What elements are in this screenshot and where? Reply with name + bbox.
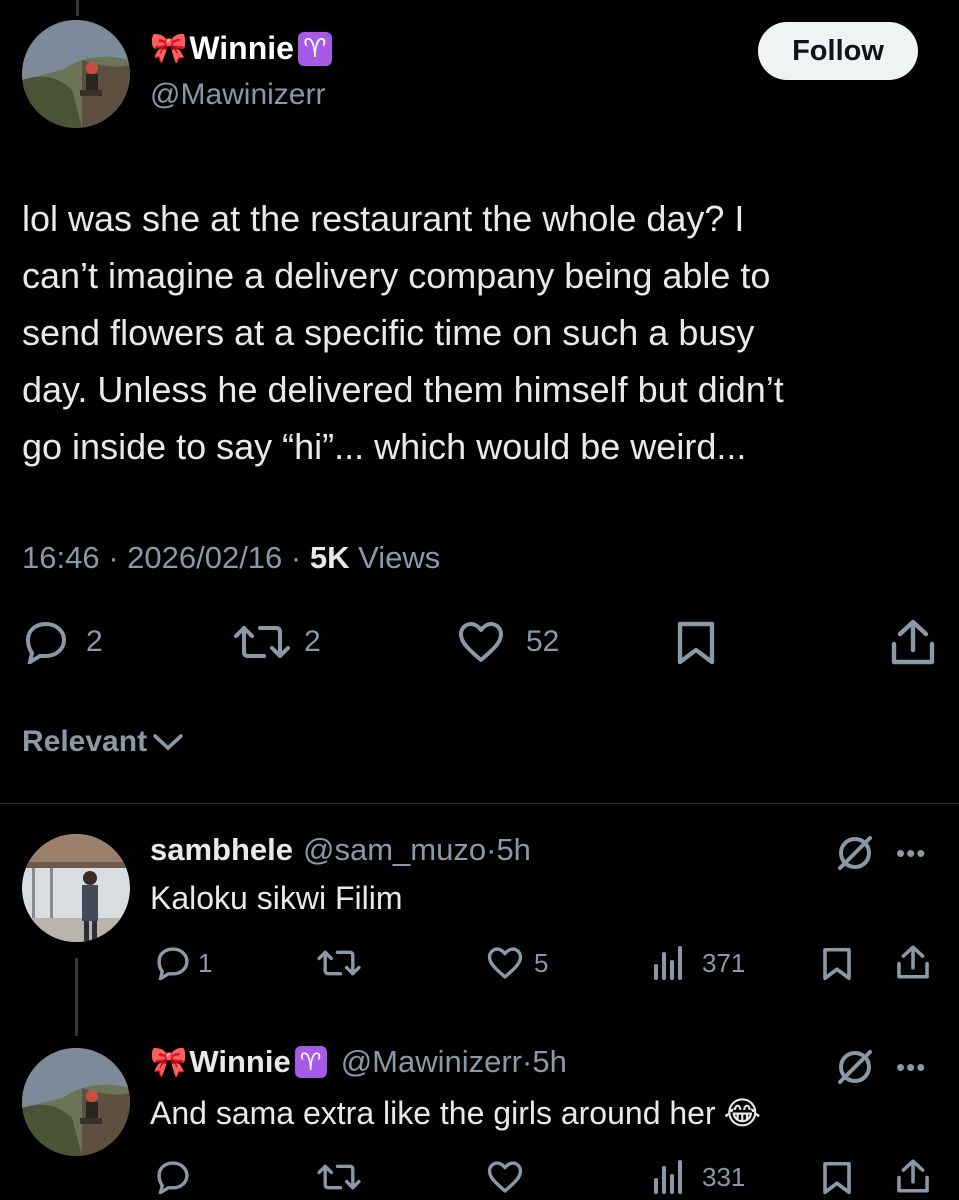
reply-avatar[interactable]	[22, 834, 130, 942]
views-action[interactable]: 331	[652, 1160, 745, 1194]
reply-icon	[157, 947, 189, 980]
like-action[interactable]	[486, 1160, 524, 1194]
reply-header: 🎀 Winnie ♈ @Mawinizerr · 5h	[150, 1044, 567, 1080]
author-avatar[interactable]	[22, 20, 130, 128]
like-count: 52	[526, 625, 560, 658]
reply-action[interactable]: 2	[22, 620, 103, 664]
retweet-icon	[317, 1164, 361, 1190]
grok-icon	[838, 836, 872, 870]
bookmark-icon	[823, 1161, 851, 1195]
sort-label: Relevant	[22, 725, 148, 758]
heart-icon	[459, 622, 503, 662]
retweet-icon	[234, 626, 290, 658]
more-options-button[interactable]: •••	[896, 838, 926, 869]
like-count: 5	[534, 947, 549, 978]
bookmark-icon	[677, 621, 715, 665]
more-icon: •••	[896, 838, 927, 868]
views-label: Views	[358, 540, 441, 575]
views-count: 331	[702, 1161, 746, 1192]
reply-text: Kaloku sikwi Filim	[150, 880, 403, 916]
tweet-meta: 16:46 · 2026/02/16 · 5K Views	[22, 540, 441, 575]
chevron-down-icon	[153, 734, 183, 751]
thread-connector	[75, 958, 78, 1036]
like-action[interactable]: 52	[456, 620, 559, 664]
author-name-row[interactable]: 🎀 Winnie ♈	[150, 30, 332, 67]
reply-display-name[interactable]: Winnie	[189, 1044, 290, 1080]
retweet-action[interactable]: 2	[232, 620, 321, 664]
share-button[interactable]	[896, 1158, 930, 1194]
retweet-count: 2	[304, 625, 321, 658]
tweet-text: lol was she at the restaurant the whole …	[22, 198, 784, 467]
follow-button[interactable]: Follow	[758, 22, 918, 80]
reply-count: 2	[86, 625, 103, 658]
author-display-name[interactable]: Winnie	[189, 30, 294, 67]
bow-emoji: 🎀	[150, 1045, 188, 1079]
reply-action[interactable]: 1	[154, 946, 212, 980]
grok-button[interactable]	[836, 1048, 874, 1086]
reply-avatar[interactable]	[22, 1048, 130, 1156]
like-action[interactable]: 5	[486, 946, 548, 980]
reply-icon	[25, 621, 67, 664]
share-icon	[897, 1159, 929, 1193]
retweet-action[interactable]	[316, 1160, 362, 1194]
views-action[interactable]: 371	[652, 946, 745, 980]
laughing-emoji: 😂	[723, 1095, 762, 1131]
reply-age[interactable]: 5h	[496, 832, 530, 868]
share-button[interactable]	[896, 944, 930, 980]
share-icon	[897, 945, 929, 979]
reply-age[interactable]: 5h	[532, 1044, 566, 1080]
thread-connector-top	[76, 0, 79, 16]
retweet-action[interactable]	[316, 946, 362, 980]
bookmark-button[interactable]	[676, 620, 716, 666]
share-icon	[891, 619, 935, 665]
bow-emoji: 🎀	[150, 32, 188, 65]
more-icon: •••	[896, 1052, 927, 1082]
reply-handle[interactable]: @sam_muzo	[303, 832, 486, 868]
reply-handle[interactable]: @Mawinizerr	[341, 1044, 522, 1080]
aries-badge-icon: ♈	[294, 1046, 327, 1078]
analytics-icon	[654, 1160, 682, 1194]
share-button[interactable]	[890, 618, 936, 666]
reply-icon	[157, 1161, 189, 1194]
aries-badge-icon: ♈	[297, 31, 332, 66]
reply-display-name[interactable]: sambhele	[150, 832, 293, 868]
bookmark-button[interactable]	[822, 1160, 852, 1196]
bookmark-icon	[823, 947, 851, 981]
reply-text: And sama extra like the girls around her	[150, 1095, 716, 1131]
grok-button[interactable]	[836, 834, 874, 872]
sort-dropdown[interactable]: Relevant	[22, 725, 183, 759]
tweet-time[interactable]: 16:46	[22, 540, 100, 575]
heart-icon	[487, 1161, 523, 1193]
more-options-button[interactable]: •••	[896, 1052, 926, 1083]
retweet-icon	[317, 950, 361, 976]
author-handle[interactable]: @Mawinizerr	[150, 78, 325, 112]
tweet-date[interactable]: 2026/02/16	[127, 540, 282, 575]
reply-text-row: And sama extra like the girls around her…	[150, 1094, 761, 1132]
heart-icon	[487, 947, 523, 979]
reply-action[interactable]	[154, 1160, 192, 1194]
views-count: 5K	[309, 540, 350, 575]
analytics-icon	[654, 946, 682, 980]
reply-count: 1	[198, 947, 213, 978]
bookmark-button[interactable]	[822, 946, 852, 982]
reply-header: sambhele @sam_muzo · 5h	[150, 832, 531, 868]
grok-icon	[838, 1050, 872, 1084]
section-divider	[0, 803, 959, 804]
views-count: 371	[702, 947, 746, 978]
